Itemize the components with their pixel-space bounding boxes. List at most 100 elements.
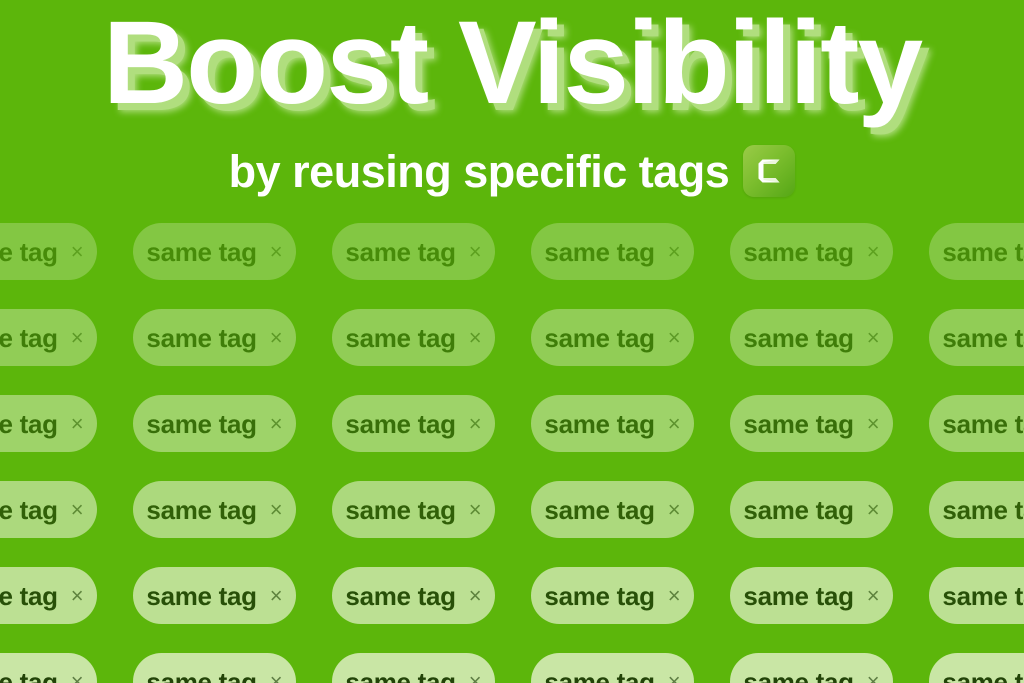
tag-pill[interactable]: same tag× xyxy=(929,567,1024,624)
tag-remove-icon[interactable]: × xyxy=(867,412,880,435)
tag-pill-label: same tag xyxy=(0,236,58,267)
tag-pill[interactable]: same tag × xyxy=(0,309,97,366)
tag-row: same tag × same tag × same tag × same tag × same… xyxy=(0,309,1024,366)
tag-pill-label: same tag xyxy=(544,580,655,611)
tag-pill[interactable]: same tag× xyxy=(929,309,1024,366)
tag-remove-icon[interactable]: × xyxy=(469,584,482,607)
tag-remove-icon[interactable]: × xyxy=(867,240,880,263)
tag-pill[interactable]: same tag × xyxy=(133,653,296,683)
tag-pill[interactable]: same tag × xyxy=(730,567,893,624)
tag-remove-icon[interactable]: × xyxy=(469,326,482,349)
tag-pill-label: same tag xyxy=(0,666,58,683)
tag-remove-icon[interactable]: × xyxy=(668,412,681,435)
tag-remove-icon[interactable]: × xyxy=(867,326,880,349)
tag-pill[interactable]: same tag × xyxy=(133,309,296,366)
tag-pill[interactable]: same tag× xyxy=(531,395,694,452)
tag-pill[interactable]: same tag × xyxy=(531,481,694,538)
tag-pill[interactable]: same tag× xyxy=(929,481,1024,538)
tag-pill-label: same tag xyxy=(743,322,854,353)
tag-pill-label: same tag xyxy=(146,236,257,267)
tag-row: same tag × same tag × same tag × same tag × same… xyxy=(0,223,1024,280)
tag-remove-icon[interactable]: × xyxy=(270,240,283,263)
tag-row: same tag × same tag × same tag × same tag × same… xyxy=(0,567,1024,624)
tag-pill[interactable]: same tag× xyxy=(929,653,1024,683)
tag-pill-label: same tag xyxy=(345,666,456,683)
tag-remove-icon[interactable]: × xyxy=(71,498,84,521)
tag-pill-label: same tag xyxy=(942,666,1024,683)
tag-remove-icon[interactable]: × xyxy=(71,326,84,349)
tag-pill-label: same tag xyxy=(0,322,58,353)
tag-pill[interactable]: same tag × xyxy=(332,223,495,280)
tag-pill-label: same tag xyxy=(544,322,655,353)
tag-remove-icon[interactable]: × xyxy=(71,584,84,607)
tag-pill[interactable]: same tag × xyxy=(133,223,296,280)
tag-remove-icon[interactable]: × xyxy=(71,670,84,683)
tag-pill[interactable]: same tag × xyxy=(730,653,893,683)
tag-remove-icon[interactable]: × xyxy=(469,412,482,435)
tag-remove-icon[interactable]: × xyxy=(867,498,880,521)
tag-pill[interactable]: same tag× xyxy=(133,395,296,452)
tag-pill-label: same tag xyxy=(942,322,1024,353)
tag-pill[interactable]: same tag × xyxy=(0,481,97,538)
tag-pill[interactable]: same tag × xyxy=(531,223,694,280)
tag-pill-label: same tag xyxy=(0,494,58,525)
tag-pill[interactable]: same tag × xyxy=(531,309,694,366)
tag-pill[interactable]: same tag × xyxy=(0,395,97,452)
tag-remove-icon[interactable]: × xyxy=(270,326,283,349)
tag-remove-icon[interactable]: × xyxy=(469,670,482,683)
tag-remove-icon[interactable]: × xyxy=(270,498,283,521)
tag-pill[interactable]: same tag× xyxy=(332,395,495,452)
tag-pill-label: same tag xyxy=(942,408,1024,439)
tag-pill-label: same tag xyxy=(0,408,58,439)
tag-pill-label: same tag xyxy=(544,666,655,683)
tag-pill-label: same tag xyxy=(146,494,257,525)
tag-remove-icon[interactable]: × xyxy=(867,584,880,607)
tag-pill-label: same tag xyxy=(743,494,854,525)
tag-pill-label: same tag xyxy=(345,236,456,267)
tag-pill[interactable]: same tag× xyxy=(929,395,1024,452)
tag-pill[interactable]: same tag× xyxy=(133,567,296,624)
tag-pill-label: same tag xyxy=(345,494,456,525)
tag-remove-icon[interactable]: × xyxy=(668,498,681,521)
promo-banner: same tag × same tag × same tag × same tag × same… xyxy=(0,0,1024,683)
tag-pill[interactable]: same tag × xyxy=(730,481,893,538)
tag-pill[interactable]: same tag × xyxy=(332,653,495,683)
tag-remove-icon[interactable]: × xyxy=(668,240,681,263)
tag-pill[interactable]: same tag × xyxy=(332,481,495,538)
tag-remove-icon[interactable]: × xyxy=(270,412,283,435)
tag-pill[interactable]: same tag × xyxy=(332,309,495,366)
tag-pill[interactable]: same tag × xyxy=(730,309,893,366)
tag-pill-label: same tag xyxy=(743,580,854,611)
tag-pill[interactable]: same tag× xyxy=(929,223,1024,280)
tag-pill-label: same tag xyxy=(544,236,655,267)
tag-remove-icon[interactable]: × xyxy=(71,412,84,435)
tag-pill[interactable]: same tag × xyxy=(531,567,694,624)
tag-pill[interactable]: same tag× xyxy=(730,223,893,280)
tag-pill[interactable]: same tag × xyxy=(531,653,694,683)
tag-pill-label: same tag xyxy=(743,408,854,439)
tag-remove-icon[interactable]: × xyxy=(469,240,482,263)
tag-pill-label: same tag xyxy=(146,322,257,353)
tag-pill[interactable]: same tag × xyxy=(730,395,893,452)
tag-pill[interactable]: same tag × xyxy=(0,223,97,280)
tag-pill-label: same tag xyxy=(544,494,655,525)
tag-pill-label: same tag xyxy=(146,666,257,683)
tag-remove-icon[interactable]: × xyxy=(668,326,681,349)
tag-pill[interactable]: same tag × xyxy=(0,567,97,624)
tag-pill-label: same tag xyxy=(743,666,854,683)
tag-grid: same tag × same tag × same tag × same tag × same… xyxy=(0,0,1024,683)
tag-remove-icon[interactable]: × xyxy=(71,240,84,263)
tag-pill-label: same tag xyxy=(942,494,1024,525)
tag-remove-icon[interactable]: × xyxy=(469,498,482,521)
tag-remove-icon[interactable]: × xyxy=(668,584,681,607)
tag-remove-icon[interactable]: × xyxy=(668,670,681,683)
tag-pill[interactable]: same tag × xyxy=(0,653,97,683)
tag-pill[interactable]: same tag× xyxy=(332,567,495,624)
tag-remove-icon[interactable]: × xyxy=(270,584,283,607)
tag-pill[interactable]: same tag × xyxy=(133,481,296,538)
tag-pill-label: same tag xyxy=(942,580,1024,611)
tag-remove-icon[interactable]: × xyxy=(270,670,283,683)
tag-pill-label: same tag xyxy=(345,322,456,353)
tag-remove-icon[interactable]: × xyxy=(867,670,880,683)
tag-pill-label: same tag xyxy=(0,580,58,611)
